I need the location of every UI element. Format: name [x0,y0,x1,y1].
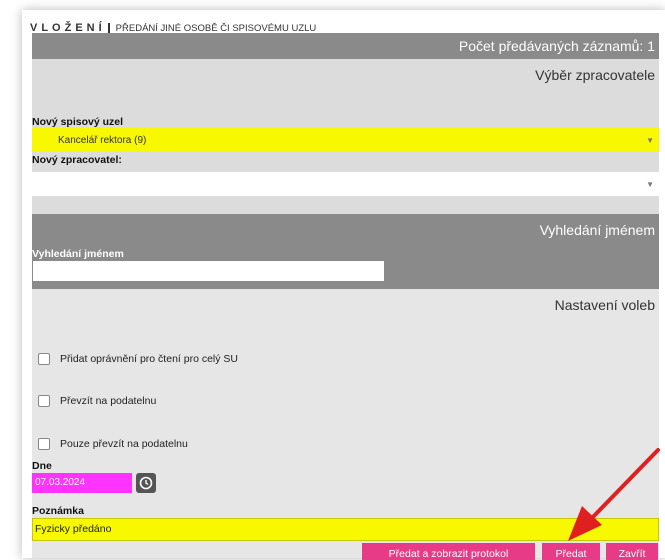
options-heading: Nastavení voleb [554,297,655,313]
name-search-heading: Vyhledání jménem [539,222,655,238]
note-label: Poznámka [32,505,84,517]
checkbox-icon[interactable] [38,438,50,450]
options-section: Nastavení voleb Přidat oprávnění pro čte… [32,289,659,560]
checkbox-icon[interactable] [38,353,50,365]
new-node-value: Kancelář rektora (9) [58,134,147,146]
checkbox-read-permission[interactable]: Přidat oprávnění pro čtení pro celý SU [38,353,238,365]
name-search-input[interactable] [32,260,385,282]
submit-button[interactable]: Předat [542,543,600,560]
processor-section: Výběr zpracovatele Nový spisový uzel Kan… [32,59,659,214]
submit-protocol-button[interactable]: Předat a zobrazit protokol [362,543,535,560]
note-input[interactable]: Fyzicky předáno [32,518,659,541]
name-search-label: Vyhledání jménem [32,248,124,260]
record-count-bar: Počet předávaných záznamů: 1 [32,33,659,59]
dialog: VLOŽENÍ PŘEDÁNÍ JINÉ OSOBĚ ČI SPISOVÉMU … [22,10,665,560]
clock-icon [139,476,153,490]
new-processor-label: Nový zpracovatel: [32,154,122,166]
chevron-down-icon: ▼ [646,136,654,145]
checkbox-label: Převzít na podatelnu [60,395,157,407]
date-label: Dne [32,460,52,472]
new-node-select[interactable]: Kancelář rektora (9) ▼ [32,128,659,152]
checkbox-take-to-registry[interactable]: Převzít na podatelnu [38,395,156,407]
date-input[interactable]: 07.03.2024 [32,473,132,493]
checkbox-label: Přidat oprávnění pro čtení pro celý SU [60,353,239,365]
checkbox-only-take-to-registry[interactable]: Pouze převzít na podatelnu [38,438,188,450]
close-button[interactable]: Zavřít [606,543,658,560]
title-separator [107,23,110,33]
new-processor-select[interactable]: ▼ [32,172,659,196]
checkbox-icon[interactable] [38,395,50,407]
chevron-down-icon: ▼ [646,180,654,189]
title-sub: PŘEDÁNÍ JINÉ OSOBĚ ČI SPISOVÉMU UZLU [115,22,317,34]
checkbox-label: Pouze převzít na podatelnu [60,438,188,450]
clock-button[interactable] [136,473,156,493]
processor-heading: Výběr zpracovatele [535,67,655,83]
name-search-section: Vyhledání jménem Vyhledání jménem [32,214,659,289]
new-node-label: Nový spisový uzel [32,116,124,128]
